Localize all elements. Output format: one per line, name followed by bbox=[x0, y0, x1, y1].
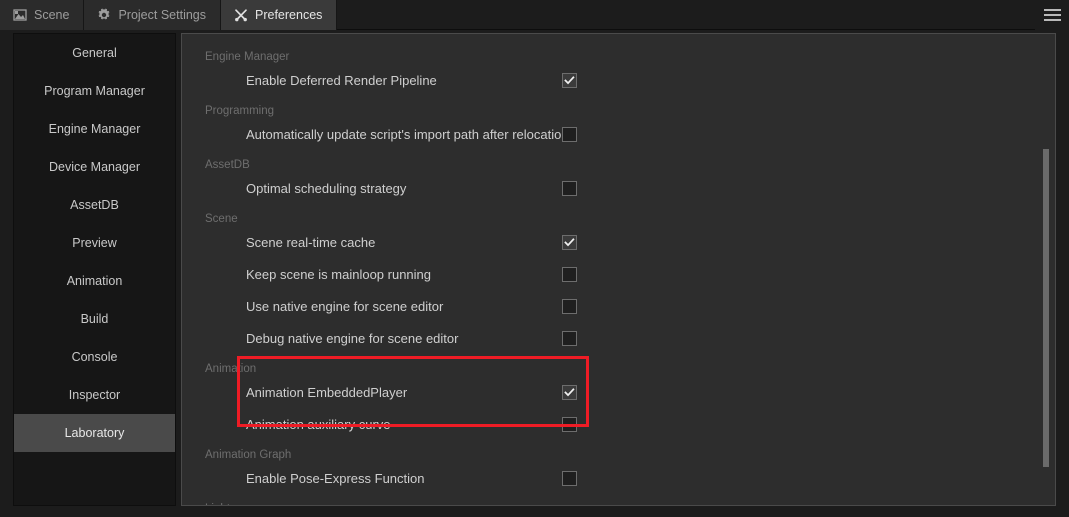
option-enable-deferred-render-pipeline[interactable]: Enable Deferred Render Pipeline bbox=[182, 68, 1055, 92]
option-label: Automatically update script's import pat… bbox=[246, 126, 569, 142]
sidebar-item-assetdb[interactable]: AssetDB bbox=[14, 186, 175, 224]
option-debug-native-engine-for-scene-editor[interactable]: Debug native engine for scene editor bbox=[182, 326, 1055, 350]
option-enable-pose-express-function[interactable]: Enable Pose-Express Function bbox=[182, 466, 1055, 490]
checkbox-unchecked[interactable] bbox=[562, 180, 577, 196]
sidebar-item-laboratory[interactable]: Laboratory bbox=[14, 414, 175, 452]
option-scene-real-time-cache[interactable]: Scene real-time cache bbox=[182, 230, 1055, 254]
sidebar-item-label: Preview bbox=[72, 236, 117, 250]
sidebar-item-label: Build bbox=[80, 312, 109, 326]
sidebar-item-engine-manager[interactable]: Engine Manager bbox=[14, 110, 175, 148]
sidebar-item-label: Console bbox=[71, 350, 118, 364]
menu-line-2 bbox=[1043, 14, 1061, 16]
checkbox-unchecked[interactable] bbox=[562, 470, 577, 486]
option-automatically-update-script-s-import-path-after-relocation[interactable]: Automatically update script's import pat… bbox=[182, 122, 1055, 146]
section-header-lightmap: Lightmap bbox=[182, 498, 1055, 505]
option-row: Animation auxiliary curve bbox=[182, 412, 1055, 436]
sidebar-item-preview[interactable]: Preview bbox=[14, 224, 175, 262]
tab-scene[interactable]: Scene bbox=[0, 0, 85, 30]
gear-icon bbox=[97, 8, 111, 22]
tab-preferences[interactable]: Preferences bbox=[221, 0, 338, 30]
sidebar-item-label: Laboratory bbox=[64, 426, 125, 440]
option-label: Use native engine for scene editor bbox=[246, 298, 444, 314]
tab-project-settings[interactable]: Project Settings bbox=[84, 0, 221, 30]
tab-project-settings-label: Project Settings bbox=[118, 8, 206, 22]
option-label: Scene real-time cache bbox=[246, 234, 376, 250]
checkbox-checked[interactable] bbox=[562, 384, 577, 400]
option-keep-scene-is-mainloop-running[interactable]: Keep scene is mainloop running bbox=[182, 262, 1055, 286]
checkbox-checked[interactable] bbox=[562, 234, 577, 250]
option-row: Use native engine for scene editor bbox=[182, 294, 1055, 318]
section-header-animation: Animation bbox=[205, 363, 257, 375]
sidebar-item-label: Program Manager bbox=[44, 84, 145, 98]
checkmark-icon bbox=[564, 75, 575, 84]
content-scrollbar-thumb[interactable] bbox=[1043, 149, 1049, 467]
menu-line-3 bbox=[1043, 19, 1061, 21]
scene-image-icon bbox=[13, 8, 27, 22]
menu-line-1 bbox=[1043, 9, 1061, 11]
sidebar-item-label: Inspector bbox=[68, 388, 121, 402]
option-row: Automatically update script's import pat… bbox=[182, 122, 1055, 146]
checkbox-unchecked[interactable] bbox=[562, 126, 577, 142]
option-optimal-scheduling-strategy[interactable]: Optimal scheduling strategy bbox=[182, 176, 1055, 200]
option-row: Enable Deferred Render Pipeline bbox=[182, 68, 1055, 92]
checkbox-unchecked[interactable] bbox=[562, 298, 577, 314]
option-label: Animation auxiliary curve bbox=[246, 416, 391, 432]
checkbox-unchecked[interactable] bbox=[562, 416, 577, 432]
sidebar-item-program-manager[interactable]: Program Manager bbox=[14, 72, 175, 110]
option-label: Debug native engine for scene editor bbox=[246, 330, 459, 346]
option-row: Scene real-time cache bbox=[182, 230, 1055, 254]
sidebar-item-label: Engine Manager bbox=[48, 122, 141, 136]
crossed-tools-icon bbox=[234, 8, 248, 22]
option-use-native-engine-for-scene-editor[interactable]: Use native engine for scene editor bbox=[182, 294, 1055, 318]
option-animation-embeddedplayer[interactable]: Animation EmbeddedPlayer bbox=[182, 380, 1055, 404]
sidebar-item-animation[interactable]: Animation bbox=[14, 262, 175, 300]
sidebar-item-device-manager[interactable]: Device Manager bbox=[14, 148, 175, 186]
sidebar-item-label: AssetDB bbox=[70, 198, 119, 212]
section-header-scene: Scene bbox=[205, 213, 238, 225]
checkbox-checked[interactable] bbox=[562, 72, 577, 88]
section-header-engine-manager: Engine Manager bbox=[205, 51, 290, 63]
option-label: Animation EmbeddedPlayer bbox=[246, 384, 408, 400]
checkmark-icon bbox=[564, 237, 575, 246]
tab-scene-label: Scene bbox=[34, 8, 70, 22]
sidebar-item-label: Device Manager bbox=[48, 160, 140, 174]
tab-bar: Scene Project Settings Preferences bbox=[0, 0, 1069, 30]
tab-preferences-label: Preferences bbox=[255, 8, 323, 22]
hamburger-menu-icon[interactable] bbox=[1035, 0, 1069, 30]
section-header-programming: Programming bbox=[205, 105, 275, 117]
sidebar-item-label: General bbox=[72, 46, 117, 60]
sidebar-item-inspector[interactable]: Inspector bbox=[14, 376, 175, 414]
checkmark-icon bbox=[564, 387, 575, 396]
checkbox-unchecked[interactable] bbox=[562, 266, 577, 282]
preferences-option-list: Engine Manager Enable Deferred Render Pip… bbox=[182, 34, 1055, 505]
sidebar-item-build[interactable]: Build bbox=[14, 300, 175, 338]
option-animation-auxiliary-curve[interactable]: Animation auxiliary curve bbox=[182, 412, 1055, 436]
option-label: Keep scene is mainloop running bbox=[246, 266, 432, 282]
preferences-content-panel: Engine Manager Enable Deferred Render Pip… bbox=[181, 33, 1056, 506]
option-label: Optimal scheduling strategy bbox=[246, 180, 407, 196]
option-row: Optimal scheduling strategy bbox=[182, 176, 1055, 200]
content-scrollbar[interactable] bbox=[1042, 36, 1050, 505]
sidebar-item-label: Animation bbox=[66, 274, 123, 288]
sidebar-item-general[interactable]: General bbox=[14, 34, 175, 72]
option-row: Keep scene is mainloop running bbox=[182, 262, 1055, 286]
tab-bar-spacer bbox=[337, 0, 1035, 29]
option-row: Debug native engine for scene editor bbox=[182, 326, 1055, 350]
option-row: Animation EmbeddedPlayer bbox=[182, 380, 1055, 404]
preferences-window: Scene Project Settings Preferences Gener… bbox=[0, 0, 1069, 517]
preferences-sidebar: General Program Manager Engine Manager Devi… bbox=[13, 33, 176, 506]
option-label: Enable Pose-Express Function bbox=[246, 470, 425, 486]
option-label: Enable Deferred Render Pipeline bbox=[246, 72, 437, 88]
section-header-assetdb: AssetDB bbox=[205, 159, 250, 171]
section-header-animation-graph: Animation Graph bbox=[205, 449, 292, 461]
sidebar-item-console[interactable]: Console bbox=[14, 338, 175, 376]
checkbox-unchecked[interactable] bbox=[562, 330, 577, 346]
option-row: Enable Pose-Express Function bbox=[182, 466, 1055, 490]
